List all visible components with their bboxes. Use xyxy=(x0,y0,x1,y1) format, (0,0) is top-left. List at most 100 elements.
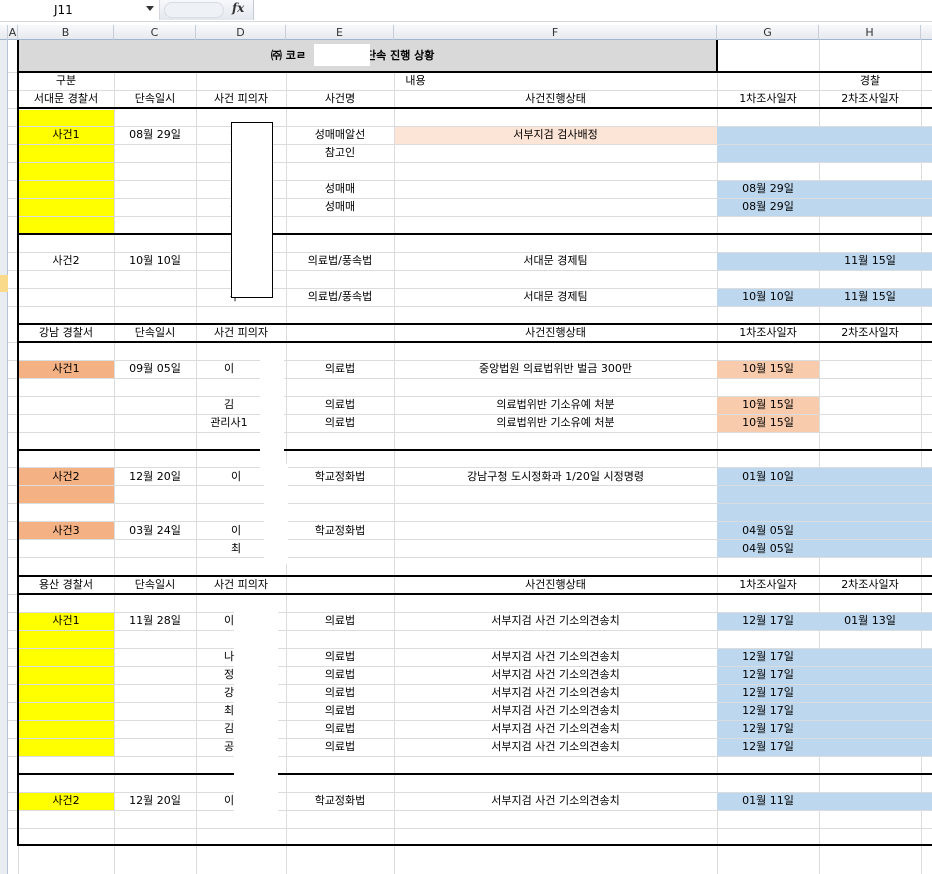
first-date-cell: 12월 17일 xyxy=(742,704,794,717)
column-header-d[interactable]: D xyxy=(196,25,286,40)
redaction-block xyxy=(260,356,284,472)
case-label: 사건1 xyxy=(52,128,80,141)
status-cell: 서대문 경제팀 xyxy=(523,254,588,267)
first-date-cell: 10월 15일 xyxy=(742,398,794,411)
name-box-value: J11 xyxy=(54,3,73,17)
suspect-cell: 이 xyxy=(223,362,235,375)
column-header-a[interactable]: A xyxy=(8,25,18,40)
first-date-cell: 08월 29일 xyxy=(742,182,794,195)
case-name-cell: 학교정화법 xyxy=(314,524,366,537)
case-date: 09월 05일 xyxy=(129,362,181,375)
header-status: 사건진행상태 xyxy=(525,92,586,105)
column-header-f[interactable]: F xyxy=(394,25,717,40)
status-cell: 서부지검 검사배정 xyxy=(513,128,598,141)
case-name-cell: 성매매 xyxy=(324,182,356,195)
header-status: 사건진행상태 xyxy=(525,326,586,339)
title-right: 단속 진행 상황 xyxy=(366,49,435,62)
case-name-cell: 의료법 xyxy=(324,398,356,411)
case-date: 10월 10일 xyxy=(129,254,181,267)
case-name-cell: 학교정화법 xyxy=(314,794,366,807)
case-name-cell: 의료법 xyxy=(324,722,356,735)
formula-input[interactable] xyxy=(254,0,932,20)
redaction-block xyxy=(234,602,278,812)
header-content: 내용 xyxy=(405,74,426,87)
case-label: 사건2 xyxy=(52,254,80,267)
second-date-cell: 01월 13일 xyxy=(844,614,896,627)
header-date: 단속일시 xyxy=(134,578,176,591)
header-second: 2차조사일자 xyxy=(841,92,899,105)
row-headers xyxy=(0,40,8,874)
case-date: 08월 29일 xyxy=(129,128,181,141)
column-header-h[interactable]: H xyxy=(819,25,921,40)
redaction-block xyxy=(264,464,288,564)
column-header-b[interactable]: B xyxy=(18,25,114,40)
insert-function-icon[interactable]: fx xyxy=(232,1,244,15)
header-suspect: 사건 피의자 xyxy=(213,326,269,339)
formula-bar: J11 fx xyxy=(0,0,932,22)
first-date-cell: 12월 17일 xyxy=(742,740,794,753)
header-first: 1차조사일자 xyxy=(739,326,797,339)
name-box[interactable]: J11 xyxy=(0,0,160,20)
formula-bar-controls: fx xyxy=(160,0,254,20)
case-label: 사건3 xyxy=(52,524,80,537)
case-date: 12월 20일 xyxy=(129,794,181,807)
header-case-name: 사건명 xyxy=(324,92,356,105)
status-cell: 의료법위반 기소유예 처분 xyxy=(496,416,615,429)
first-date-cell: 12월 17일 xyxy=(742,614,794,627)
status-cell: 강남구청 도시정화과 1/20일 시정명령 xyxy=(467,470,644,483)
station-name: 서대문 경찰서 xyxy=(33,92,99,105)
case-label: 사건2 xyxy=(52,794,80,807)
header-gubun: 구분 xyxy=(55,74,77,87)
status-cell: 서대문 경제팀 xyxy=(523,290,588,303)
case-label: 사건1 xyxy=(52,614,80,627)
case-name-cell: 의료법 xyxy=(324,686,356,699)
spreadsheet-grid[interactable]: ㈜ 코ㄹ 단속 진행 상황 구분 내용 경찰 서대문 경찰서 단속일시 사건 피… xyxy=(8,40,932,874)
header-second: 2차조사일자 xyxy=(841,578,899,591)
formula-bar-separator xyxy=(164,2,224,18)
first-date-cell: 12월 17일 xyxy=(742,686,794,699)
case-date: 11월 28일 xyxy=(129,614,181,627)
case-name-cell: 의료법 xyxy=(324,704,356,717)
case-date: 12월 20일 xyxy=(129,470,181,483)
case-name-cell: 의료법 xyxy=(324,740,356,753)
status-cell: 서부지검 사건 기소의견송치 xyxy=(491,686,620,699)
first-date-cell: 12월 17일 xyxy=(742,722,794,735)
redaction-block xyxy=(314,44,370,66)
header-first: 1차조사일자 xyxy=(739,92,797,105)
first-date-cell: 10월 10일 xyxy=(742,290,794,303)
table-border xyxy=(18,773,932,775)
first-date-cell: 08월 29일 xyxy=(742,200,794,213)
case-name-cell: 참고인 xyxy=(324,146,356,159)
case-label: 사건1 xyxy=(52,362,80,375)
suspect-cell: 김 xyxy=(223,398,235,411)
header-first: 1차조사일자 xyxy=(739,578,797,591)
header-date: 단속일시 xyxy=(134,92,176,105)
table-border xyxy=(716,40,718,72)
column-header-g[interactable]: G xyxy=(717,25,819,40)
first-date-cell: 04월 05일 xyxy=(742,542,794,555)
column-header-c[interactable]: C xyxy=(114,25,196,40)
case-name-cell: 성매매 xyxy=(324,200,356,213)
case-name-cell: 학교정화법 xyxy=(314,470,366,483)
header-police: 경찰 xyxy=(859,74,881,87)
status-cell: 서부지검 사건 기소의견송치 xyxy=(491,650,620,663)
redaction-block xyxy=(231,122,273,298)
first-date-cell: 01월 10일 xyxy=(742,470,794,483)
suspect-cell: 관리사1 xyxy=(210,416,248,429)
row-header-selected[interactable] xyxy=(0,275,8,292)
case-name-cell: 의료법 xyxy=(324,650,356,663)
header-suspect: 사건 피의자 xyxy=(213,92,269,105)
case-name-cell: 의료법/풍속법 xyxy=(307,290,373,303)
first-date-cell: 10월 15일 xyxy=(742,362,794,375)
case-name-cell: 성매매알선 xyxy=(314,128,366,141)
select-all-corner[interactable] xyxy=(0,25,8,40)
chevron-down-icon[interactable] xyxy=(146,6,154,11)
first-date-cell: 12월 17일 xyxy=(742,668,794,681)
header-suspect: 사건 피의자 xyxy=(213,578,269,591)
station-name: 용산 경찰서 xyxy=(38,578,94,591)
column-header-e[interactable]: E xyxy=(286,25,394,40)
table-border xyxy=(18,233,932,235)
header-second: 2차조사일자 xyxy=(841,326,899,339)
first-date-cell: 01월 11일 xyxy=(742,794,794,807)
case-date: 03월 24일 xyxy=(129,524,181,537)
